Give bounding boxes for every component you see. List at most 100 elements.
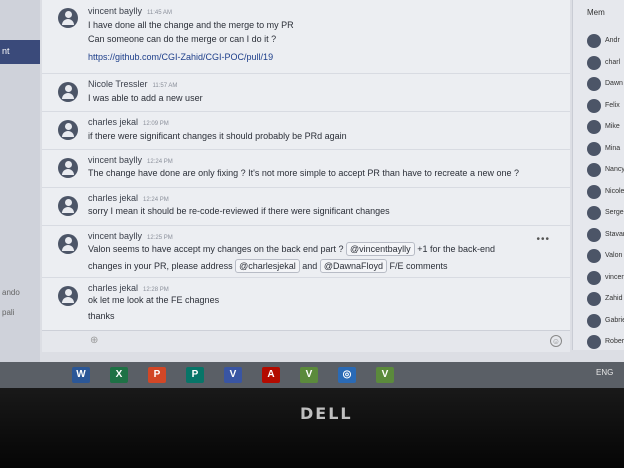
- brand-logo: DELL: [300, 404, 353, 423]
- message: vincent baylly 12:24 PM The change have d…: [42, 150, 570, 188]
- member-avatar-icon: [587, 77, 601, 91]
- acrobat-icon[interactable]: A: [262, 367, 280, 383]
- member-name: Stavan: [605, 230, 624, 238]
- message-text: I have done all the change and the merge…: [88, 20, 294, 30]
- member-name: Dawn: [605, 80, 623, 87]
- message-time: 12:09 PM: [143, 121, 169, 127]
- member-avatar-icon: [587, 184, 601, 199]
- message-text-part: changes in your PR, please address: [88, 261, 233, 271]
- member-item[interactable]: Roberto: [587, 335, 624, 351]
- message-time: 12:24 PM: [143, 197, 169, 203]
- member-list: Mem Andr charl Dawn Felix Mike Mina Nancy Nicol…: [572, 0, 624, 350]
- emoji-icon[interactable]: ☺: [550, 335, 562, 347]
- message-link[interactable]: https://github.com/CGI-Zahid/CGI-POC/pul…: [88, 52, 273, 62]
- taskbar-status[interactable]: ENG: [596, 368, 613, 377]
- message-input-bar[interactable]: ⊕ ☺: [42, 330, 570, 352]
- member-item[interactable]: Stavan: [587, 227, 624, 244]
- member-avatar-icon: [587, 98, 601, 113]
- sidebar-item-label[interactable]: ando: [2, 288, 20, 297]
- chat-panel: vincent baylly 11:45 AM I have done all t…: [42, 0, 570, 350]
- message: charles jekal 12:28 PM ok let me look at …: [42, 278, 570, 328]
- member-name: Valon S: [605, 252, 624, 259]
- message-text: if there were significant changes it sho…: [88, 131, 347, 141]
- user-avatar-icon[interactable]: [58, 82, 78, 102]
- user-avatar-icon[interactable]: [58, 196, 78, 216]
- sidebar-item-active[interactable]: nt: [0, 40, 40, 64]
- excel-icon[interactable]: X: [110, 367, 128, 383]
- message-time: 12:28 PM: [143, 287, 169, 293]
- message-author[interactable]: Nicole Tressler 11:57 AM: [88, 79, 177, 89]
- taskbar: W X P P V A V ◎ V ENG: [0, 362, 624, 388]
- member-item[interactable]: Gabriel R: [587, 313, 624, 330]
- member-avatar-icon: [587, 141, 601, 156]
- member-item[interactable]: Mike: [587, 120, 624, 136]
- user-avatar-icon[interactable]: [58, 286, 78, 306]
- left-sidebar: nt ando pali: [0, 0, 40, 362]
- attach-icon[interactable]: ⊕: [90, 335, 98, 346]
- member-name: Nancy: [605, 166, 624, 173]
- user-avatar-icon[interactable]: [58, 120, 78, 140]
- sidebar-item-label[interactable]: pali: [2, 308, 14, 317]
- member-name: charl: [605, 58, 621, 66]
- user-avatar-icon[interactable]: [58, 8, 78, 28]
- app-v1-icon[interactable]: V: [300, 367, 318, 383]
- member-avatar-icon: [587, 34, 601, 48]
- member-avatar-icon: [587, 206, 601, 220]
- screen: nt ando pali vincent baylly 11:45 AM I ha…: [0, 0, 624, 362]
- member-avatar-icon: [587, 163, 601, 177]
- message-text: changes in your PR, please address @char…: [88, 259, 448, 273]
- member-name: Roberto: [605, 338, 624, 345]
- message-text-part: Valon seems to have accept my changes on…: [88, 244, 344, 254]
- message-text: I was able to add a new user: [88, 93, 203, 103]
- member-avatar-icon: [587, 313, 601, 328]
- app-circle-icon[interactable]: ◎: [338, 367, 356, 383]
- more-options-button[interactable]: •••: [536, 234, 550, 245]
- app-v2-icon[interactable]: V: [376, 367, 394, 383]
- message: vincent baylly 12:25 PM Valon seems to ha…: [42, 226, 570, 278]
- message-text-part: F/E comments: [389, 261, 448, 271]
- member-name: Mike: [605, 123, 620, 130]
- message: charles jekal 12:09 PM if there were sign…: [42, 112, 570, 150]
- message-text: Can someone can do the merge or can I do…: [88, 34, 277, 44]
- powerpoint-icon[interactable]: P: [148, 367, 166, 383]
- message-text-part: +1 for the back-end: [417, 244, 496, 254]
- message-time: 12:25 PM: [147, 235, 173, 241]
- member-name: Mina: [605, 144, 621, 152]
- member-item[interactable]: vincent: [587, 270, 624, 287]
- user-avatar-icon[interactable]: [58, 234, 78, 254]
- member-avatar-icon: [587, 292, 601, 306]
- member-item[interactable]: Zahid Al: [587, 292, 624, 308]
- laptop-bezel: DELL: [0, 388, 624, 468]
- member-item[interactable]: Nancy: [587, 163, 624, 179]
- member-item[interactable]: Felix: [587, 98, 624, 115]
- message-time: 12:24 PM: [147, 159, 173, 165]
- mention-chip[interactable]: @DawnaFloyd: [319, 259, 388, 273]
- member-item[interactable]: Mina: [587, 141, 624, 158]
- visio-icon[interactable]: V: [224, 367, 242, 383]
- message-author[interactable]: charles jekal 12:24 PM: [88, 193, 169, 203]
- message-time: 11:57 AM: [152, 83, 178, 89]
- user-avatar-icon[interactable]: [58, 158, 78, 178]
- message-author[interactable]: vincent baylly 12:25 PM: [88, 231, 173, 241]
- message: Nicole Tressler 11:57 AM I was able to ad…: [42, 74, 570, 112]
- mention-chip[interactable]: @vincentbaylly: [346, 242, 415, 256]
- word-icon[interactable]: W: [72, 367, 90, 383]
- publisher-icon[interactable]: P: [186, 367, 204, 383]
- message-author[interactable]: charles jekal 12:09 PM: [88, 117, 169, 127]
- member-avatar-icon: [587, 120, 601, 134]
- member-item[interactable]: Dawn: [587, 77, 624, 93]
- member-item[interactable]: Serge: [587, 206, 624, 222]
- member-item[interactable]: Andr: [587, 34, 624, 50]
- message: vincent baylly 11:45 AM I have done all t…: [42, 0, 570, 74]
- message-author[interactable]: charles jekal 12:28 PM: [88, 283, 169, 293]
- mention-chip[interactable]: @charlesjekal: [235, 259, 300, 273]
- member-list-header: Mem: [587, 8, 605, 17]
- message-text: thanks: [88, 311, 115, 321]
- message-author[interactable]: vincent baylly 12:24 PM: [88, 155, 173, 165]
- member-item[interactable]: Valon S: [587, 249, 624, 265]
- member-item[interactable]: charl: [587, 55, 624, 72]
- message-text: sorry I mean it should be re-code-review…: [88, 206, 390, 216]
- message-text: The change have done are only fixing ? I…: [88, 168, 519, 178]
- message-author[interactable]: vincent baylly 11:45 AM: [88, 6, 172, 16]
- member-item[interactable]: Nicole: [587, 184, 624, 201]
